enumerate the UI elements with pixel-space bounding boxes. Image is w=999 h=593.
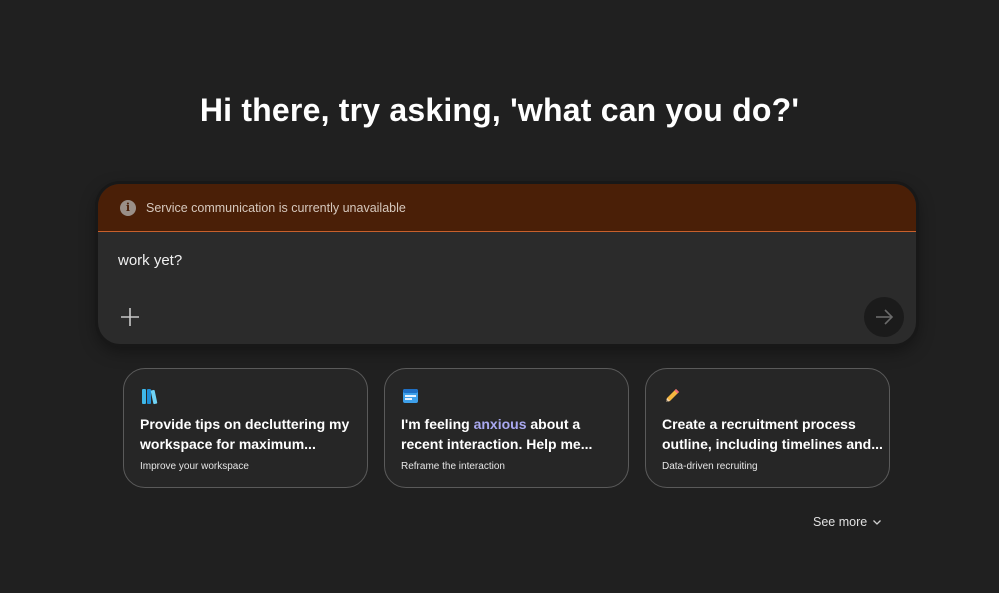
plus-icon bbox=[121, 308, 139, 326]
card-title: Create a recruitment process outline, in… bbox=[662, 416, 883, 452]
card-subtitle: Reframe the interaction bbox=[401, 461, 505, 472]
page-headline: Hi there, try asking, 'what can you do?' bbox=[199, 92, 800, 128]
card-subtitle: Improve your workspace bbox=[140, 461, 249, 472]
suggestion-card-declutter[interactable]: Provide tips on decluttering my workspac… bbox=[123, 368, 368, 488]
chat-composer: i Service communication is currently una… bbox=[98, 184, 916, 344]
service-warning-banner: i Service communication is currently una… bbox=[98, 184, 916, 232]
chat-input[interactable]: work yet? bbox=[118, 252, 182, 269]
card-title: I'm feeling anxious about a recent inter… bbox=[401, 416, 593, 452]
add-attachment-button[interactable] bbox=[116, 303, 144, 331]
pencil-icon bbox=[666, 389, 679, 402]
card-subtitle: Data-driven recruiting bbox=[662, 461, 758, 472]
suggestion-card-recruitment[interactable]: Create a recruitment process outline, in… bbox=[645, 368, 890, 488]
arrow-right-icon bbox=[876, 309, 894, 325]
chevron-down-icon bbox=[873, 520, 882, 525]
see-more-label: See more bbox=[813, 515, 868, 529]
card-title: Provide tips on decluttering my workspac… bbox=[140, 416, 350, 452]
calendar-icon bbox=[403, 389, 418, 403]
info-icon: i bbox=[120, 199, 136, 216]
books-icon bbox=[142, 389, 158, 405]
see-more-link[interactable]: See more bbox=[813, 515, 882, 529]
highlight-word: anxious bbox=[473, 416, 527, 432]
banner-message: Service communication is currently unava… bbox=[146, 200, 406, 215]
send-button[interactable] bbox=[864, 297, 904, 337]
suggestion-card-anxious[interactable]: I'm feeling anxious about a recent inter… bbox=[384, 368, 629, 488]
